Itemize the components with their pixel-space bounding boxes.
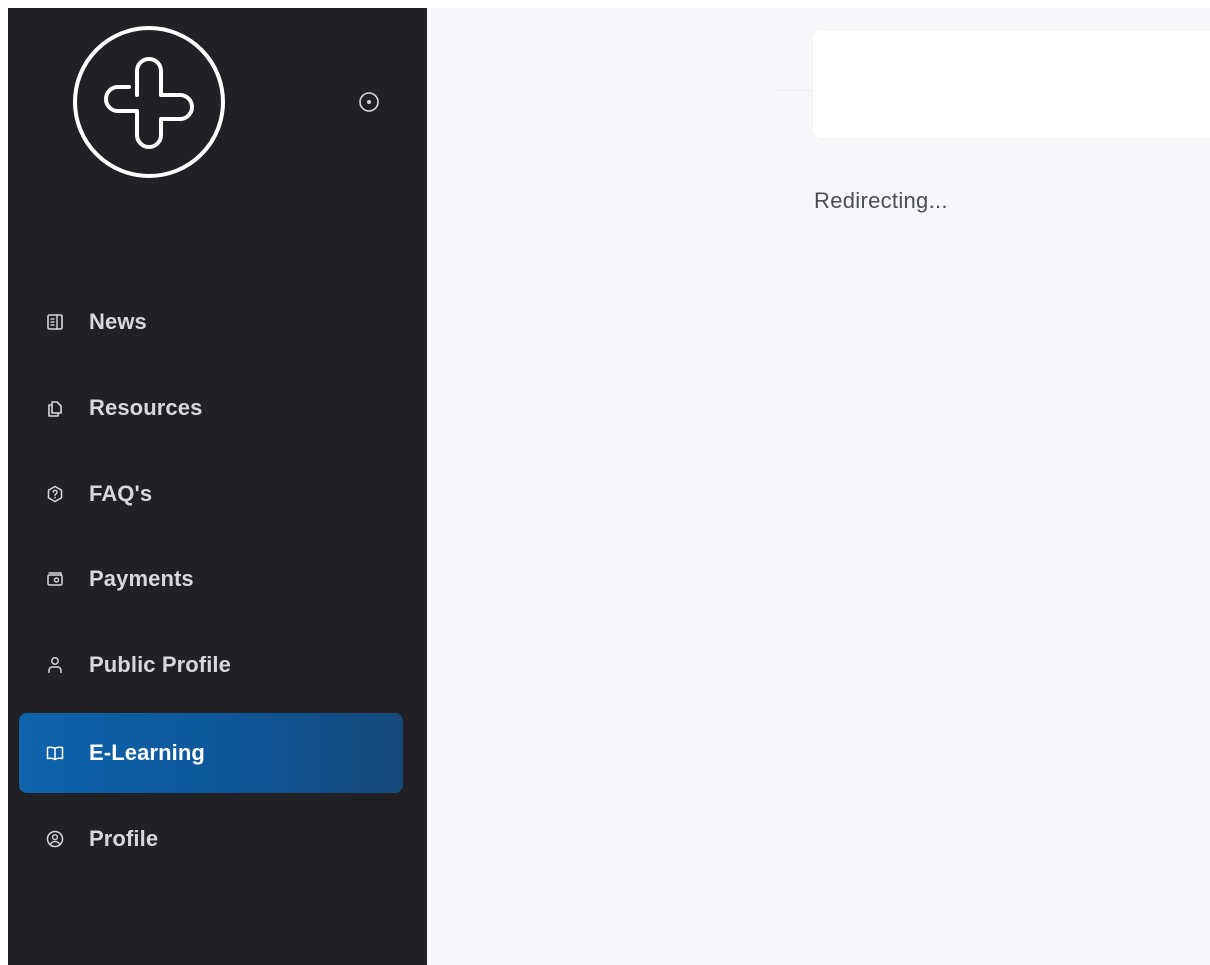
sidebar-item-label: FAQ's bbox=[89, 481, 153, 506]
rounded-cross-logo-icon[interactable] bbox=[71, 24, 227, 180]
app-window: News Resources FAQ's Payments Public Pro… bbox=[0, 0, 1210, 965]
sidebar-item-profile[interactable]: Profile bbox=[19, 799, 403, 879]
open-book-icon bbox=[46, 744, 64, 762]
sidebar-item-label: Resources bbox=[89, 395, 203, 420]
redirect-status-text: Redirecting... bbox=[814, 188, 948, 213]
sidebar-item-e-learning[interactable]: E-Learning bbox=[19, 713, 403, 793]
sidebar-item-label: Profile bbox=[89, 826, 159, 851]
sidebar-item-label: E-Learning bbox=[89, 740, 205, 765]
sidebar-item-resources[interactable]: Resources bbox=[19, 368, 403, 448]
main-content: Redirecting... bbox=[427, 8, 1210, 965]
sidebar-item-faqs[interactable]: FAQ's bbox=[19, 454, 403, 534]
user-icon bbox=[46, 656, 64, 674]
sidebar-item-payments[interactable]: Payments bbox=[19, 539, 403, 619]
question-hexagon-icon bbox=[46, 485, 64, 503]
documents-icon bbox=[46, 399, 64, 417]
sidebar-item-label: Public Profile bbox=[89, 652, 231, 677]
sidebar-item-label: Payments bbox=[89, 566, 194, 591]
user-circle-icon bbox=[46, 830, 64, 848]
wallet-icon bbox=[46, 570, 64, 588]
header-card bbox=[813, 31, 1210, 138]
sidebar: News Resources FAQ's Payments Public Pro… bbox=[8, 8, 427, 965]
sidebar-item-public-profile[interactable]: Public Profile bbox=[19, 625, 403, 705]
circle-dot-icon bbox=[359, 92, 379, 112]
divider bbox=[772, 90, 814, 91]
sidebar-item-news[interactable]: News bbox=[19, 282, 403, 362]
newspaper-icon bbox=[46, 313, 64, 331]
collapse-sidebar-button[interactable] bbox=[356, 89, 382, 115]
sidebar-item-label: News bbox=[89, 309, 147, 334]
